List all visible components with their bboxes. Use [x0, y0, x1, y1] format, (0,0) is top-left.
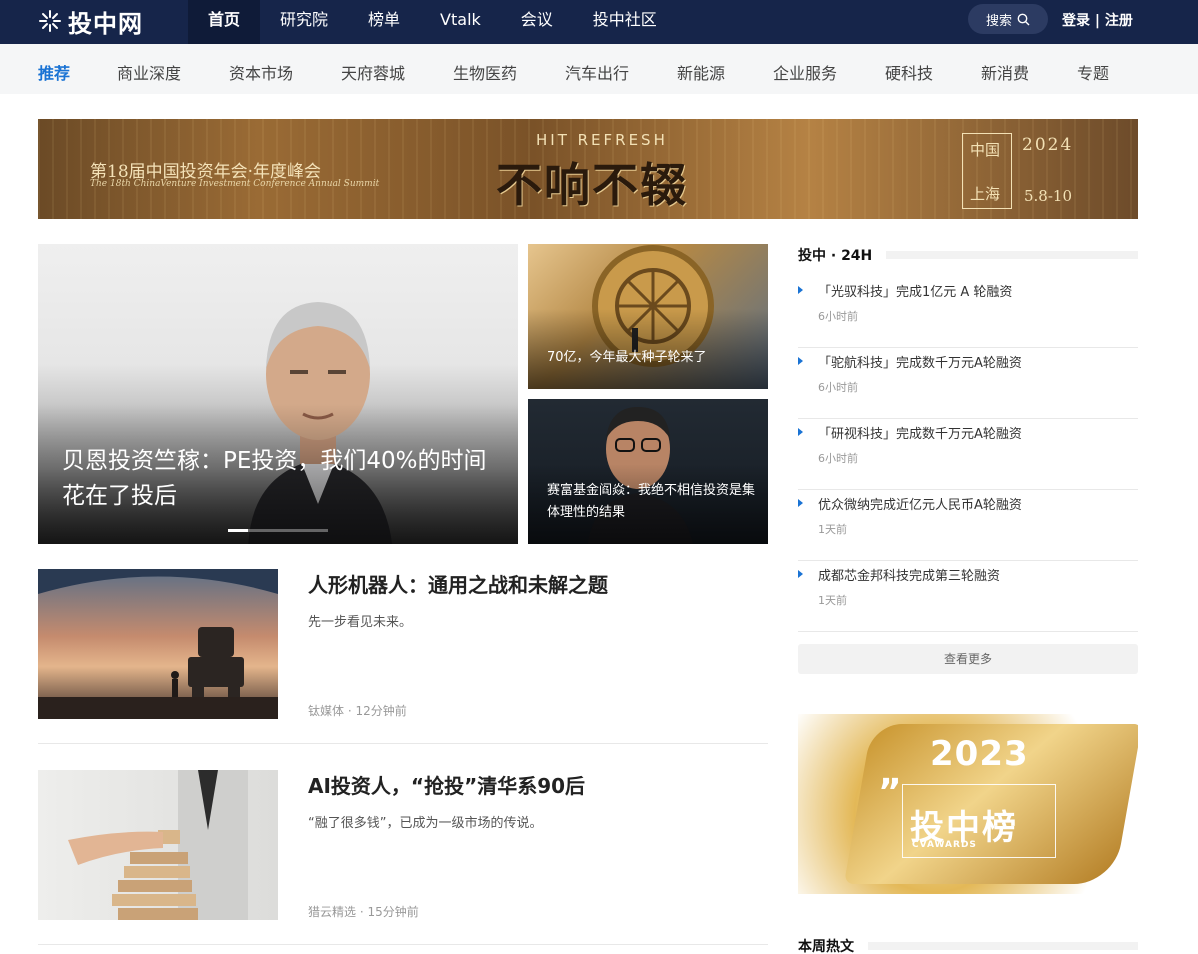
- award-subtitle: CVAWARDS: [912, 840, 977, 850]
- weekly-hot-header: 本周热文: [798, 936, 1138, 954]
- category-biomed[interactable]: 生物医药: [453, 60, 517, 84]
- search-icon: [1017, 13, 1030, 25]
- carousel-indicators: [228, 529, 328, 532]
- hero-main-title[interactable]: 贝恩投资竺稼：PE投资，我们40%的时间花在了投后: [62, 444, 492, 514]
- article-title[interactable]: AI投资人，“抢投”清华系90后: [308, 770, 585, 799]
- hero-main-slide[interactable]: 贝恩投资竺稼：PE投资，我们40%的时间花在了投后: [38, 244, 518, 544]
- carousel-dot[interactable]: [248, 529, 268, 532]
- robot-illustration-image: [38, 569, 278, 719]
- category-business-depth[interactable]: 商业深度: [117, 60, 181, 84]
- bullet-arrow-icon: [798, 428, 803, 436]
- banner-year: 2024: [1022, 135, 1074, 155]
- hero-side-card-2[interactable]: 赛富基金阎焱：我绝不相信投资是集体理性的结果: [528, 399, 768, 544]
- category-enterprise[interactable]: 企业服务: [773, 60, 837, 84]
- article-source[interactable]: 猎云精选: [308, 905, 356, 919]
- view-more-button[interactable]: 查看更多: [798, 644, 1138, 674]
- banner-city: 上海: [970, 185, 1001, 203]
- hero-side-title-1[interactable]: 70亿，今年最大种子轮来了: [547, 347, 757, 369]
- news-item[interactable]: 「研视科技」完成数千万元A轮融资 6小时前: [798, 419, 1138, 490]
- news-title[interactable]: 「驼航科技」完成数千万元A轮融资: [818, 352, 1022, 371]
- award-quote-mark-icon: ”: [878, 772, 902, 813]
- news-time: 1天前: [818, 594, 847, 607]
- main-nav: 首页 研究院 榜单 Vtalk 会议 投中社区: [188, 0, 677, 44]
- carousel-dot[interactable]: [228, 529, 248, 532]
- search-label: 搜索: [985, 13, 1012, 29]
- top-navbar: 投中网 首页 研究院 榜单 Vtalk 会议 投中社区 搜索 登录 | 注册: [0, 0, 1198, 44]
- article-item-1[interactable]: 人形机器人：通用之战和未解之题 先一步看见未来。 钛媒体 · 12分钟前: [38, 569, 768, 744]
- news-title[interactable]: 优众微纳完成近亿元人民币A轮融资: [818, 494, 1022, 513]
- section-header-label: 投中 · 24H: [798, 245, 887, 265]
- bullet-arrow-icon: [798, 357, 803, 365]
- category-auto[interactable]: 汽车出行: [565, 60, 629, 84]
- nav-item-conference[interactable]: 会议: [501, 0, 573, 44]
- news-time: 6小时前: [818, 310, 858, 323]
- news-item[interactable]: 「驼航科技」完成数千万元A轮融资 6小时前: [798, 348, 1138, 419]
- banner-slogan: 不响不辍: [496, 158, 688, 212]
- article-meta: 钛媒体 · 12分钟前: [308, 702, 407, 719]
- conference-banner[interactable]: 第18届中国投资年会·年度峰会 The 18th ChinaVenture In…: [38, 119, 1138, 219]
- banner-country: 中国: [970, 141, 1001, 159]
- carousel-dot[interactable]: [268, 529, 288, 532]
- bullet-arrow-icon: [798, 286, 803, 294]
- wooden-blocks-image: [68, 770, 248, 920]
- news-item[interactable]: 「光驭科技」完成1亿元 A 轮融资 6小时前: [798, 277, 1138, 348]
- nav-item-home[interactable]: 首页: [188, 0, 261, 44]
- bullet-arrow-icon: [798, 499, 803, 507]
- award-year: 2023: [930, 734, 1029, 774]
- news-title[interactable]: 「研视科技」完成数千万元A轮融资: [818, 423, 1022, 442]
- news-time: 6小时前: [818, 452, 858, 465]
- nav-item-rankings[interactable]: 榜单: [348, 0, 420, 44]
- news-time: 6小时前: [818, 381, 858, 394]
- hero-side-title-2[interactable]: 赛富基金阎焱：我绝不相信投资是集体理性的结果: [547, 480, 757, 524]
- category-consumer[interactable]: 新消费: [981, 60, 1029, 84]
- article-time: 15分钟前: [367, 905, 419, 919]
- site-logo[interactable]: 投中网: [38, 6, 143, 38]
- article-meta: 猎云精选 · 15分钟前: [308, 903, 419, 920]
- hero-side-card-1[interactable]: 70亿，今年最大种子轮来了: [528, 244, 768, 389]
- logo-burst-icon: [39, 10, 61, 32]
- section-header-label: 本周热文: [798, 936, 868, 954]
- article-description: 先一步看见未来。: [308, 615, 413, 630]
- logo-text: 投中网: [68, 9, 143, 38]
- nav-item-vtalk[interactable]: Vtalk: [420, 0, 501, 44]
- news-title[interactable]: 成都芯金邦科技完成第三轮融资: [818, 565, 1000, 584]
- article-title[interactable]: 人形机器人：通用之战和未解之题: [308, 569, 608, 598]
- nav-item-research[interactable]: 研究院: [260, 0, 348, 44]
- search-button[interactable]: 搜索: [968, 4, 1048, 34]
- banner-hit-refresh: HIT REFRESH: [536, 131, 668, 149]
- nav-item-community[interactable]: 投中社区: [573, 0, 677, 44]
- category-nav: 推荐 商业深度 资本市场 天府蓉城 生物医药 汽车出行 新能源 企业服务 硬科技…: [0, 44, 1198, 94]
- carousel-dot[interactable]: [288, 529, 308, 532]
- article-description: “融了很多钱”，已成为一级市场的传说。: [308, 816, 543, 831]
- category-new-energy[interactable]: 新能源: [677, 60, 725, 84]
- article-time: 12分钟前: [355, 704, 407, 718]
- banner-dates: 5.8-10: [1024, 187, 1073, 205]
- article-item-2[interactable]: AI投资人，“抢投”清华系90后 “融了很多钱”，已成为一级市场的传说。 猎云精…: [38, 770, 768, 945]
- news-title[interactable]: 「光驭科技」完成1亿元 A 轮融资: [818, 281, 1012, 300]
- login-register-link[interactable]: 登录 | 注册: [1062, 10, 1133, 30]
- news-time: 1天前: [818, 523, 847, 536]
- article-thumbnail[interactable]: [38, 770, 278, 920]
- news-item[interactable]: 优众微纳完成近亿元人民币A轮融资 1天前: [798, 490, 1138, 561]
- cv-awards-banner[interactable]: 2023 ” 投中榜 CVAWARDS: [798, 714, 1138, 894]
- category-topics[interactable]: 专题: [1077, 60, 1109, 84]
- bullet-arrow-icon: [798, 570, 803, 578]
- article-source[interactable]: 钛媒体: [308, 704, 344, 718]
- carousel-dot[interactable]: [308, 529, 328, 532]
- category-capital-market[interactable]: 资本市场: [229, 60, 293, 84]
- category-recommend[interactable]: 推荐: [38, 60, 70, 84]
- category-hardtech[interactable]: 硬科技: [885, 60, 933, 84]
- article-thumbnail[interactable]: [38, 569, 278, 719]
- category-tianfu[interactable]: 天府蓉城: [341, 60, 405, 84]
- banner-conference-en: The 18th ChinaVenture Investment Confere…: [90, 179, 380, 189]
- news-24h-header: 投中 · 24H: [798, 245, 1138, 265]
- news-item[interactable]: 成都芯金邦科技完成第三轮融资 1天前: [798, 561, 1138, 632]
